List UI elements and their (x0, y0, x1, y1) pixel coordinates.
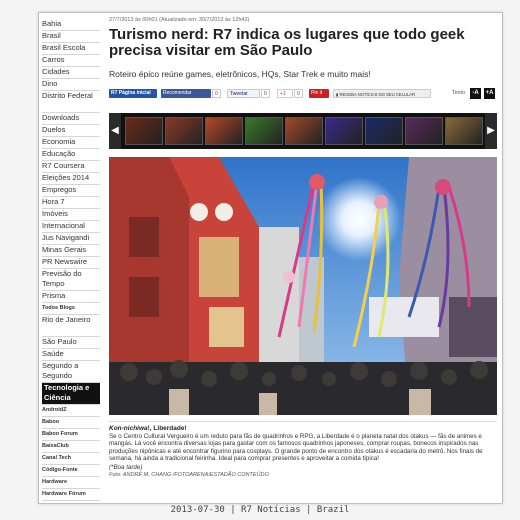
gallery-prev-button[interactable]: ◀ (109, 113, 121, 149)
caption-heading: Kon-nichiwa!, Liberdade! (109, 425, 497, 432)
sidebar-item[interactable]: Carros (42, 55, 100, 67)
caption-note: (*Boa tarde) (109, 463, 143, 471)
google-plus-count: 0 (294, 89, 303, 98)
sidebar-item[interactable]: Hardware (42, 477, 100, 489)
sidebar-nav: Bahia Brasil Brasil Escola Carros Cidades Din… (39, 13, 102, 503)
sidebar-item[interactable]: Hora 7 (42, 197, 100, 209)
gallery-thumbnail[interactable] (165, 117, 203, 145)
gallery-thumbnail[interactable] (285, 117, 323, 145)
sidebar-item[interactable]: Jus Navigandi (42, 233, 100, 245)
sidebar-item[interactable]: Brasil Escola (42, 43, 100, 55)
page-frame: Bahia Brasil Brasil Escola Carros Cidades Din… (38, 12, 503, 504)
sidebar-item[interactable]: Hardware Fórum (42, 489, 100, 501)
sidebar-item[interactable]: Baboo Forum (42, 429, 100, 441)
sidebar-item[interactable]: Código-Fonte (42, 465, 100, 477)
gallery-thumbnail[interactable] (245, 117, 283, 145)
sidebar-item[interactable]: R7 Coursera (42, 161, 100, 173)
sidebar-item[interactable]: Canal Tech (42, 453, 100, 465)
sidebar-item[interactable]: Empregos (42, 185, 100, 197)
article-main: 27/7/2013 às 00h01 (Atualizado em: 30/7/… (109, 13, 497, 503)
sidebar-item[interactable]: Downloads (42, 113, 100, 125)
sidebar-item[interactable]: Brasil (42, 31, 100, 43)
article-title: Turismo nerd: R7 indica os lugares que t… (109, 26, 465, 59)
article-timestamp: 27/7/2013 às 00h01 (Atualizado em: 30/7/… (109, 17, 250, 23)
sidebar-item[interactable]: Saúde (42, 349, 100, 361)
mobile-news-button[interactable]: ▮ RECEBA NOTÍCIAS NO SEU CELULAR (333, 89, 431, 98)
gallery-thumbnail[interactable] (125, 117, 163, 145)
sidebar-item[interactable]: Educação (42, 149, 100, 161)
text-size-label: Texto (452, 90, 466, 96)
caption-heading-italic: Kon-nichiwa (109, 425, 148, 432)
sidebar-item[interactable]: Segundo a Segundo (42, 361, 100, 383)
sidebar-item[interactable]: Distrito Federal (42, 91, 100, 113)
decrease-text-button[interactable]: -A (470, 88, 481, 99)
sidebar-item[interactable]: São Paulo (42, 337, 100, 349)
gallery-thumbnail[interactable] (365, 117, 403, 145)
sidebar-item[interactable]: Rio de Janeiro (42, 315, 100, 337)
sidebar-item[interactable]: iMasters (42, 501, 100, 503)
sidebar-item[interactable]: Economia (42, 137, 100, 149)
sidebar-item[interactable]: Previsão do Tempo (42, 269, 100, 291)
main-photo (109, 157, 497, 415)
gallery-thumbnail[interactable] (205, 117, 243, 145)
sidebar-item[interactable]: Duelos (42, 125, 100, 137)
gallery-thumbnail[interactable] (445, 117, 483, 145)
gallery-strip: ◀ ▶ (109, 113, 497, 149)
sidebar-item[interactable]: Dino (42, 79, 100, 91)
facebook-count: 0 (212, 89, 221, 98)
increase-text-button[interactable]: +A (484, 88, 495, 99)
photo-caption: Kon-nichiwa!, Liberdade! Se o Centro Cul… (109, 421, 497, 500)
tweet-button[interactable]: Tweetar (227, 89, 260, 98)
caption-heading-rest: !, Liberdade! (147, 425, 187, 432)
sidebar-item[interactable]: Imóveis (42, 209, 100, 221)
sidebar-item[interactable]: Prisma (42, 291, 100, 303)
sidebar-item[interactable]: Eleições 2014 (42, 173, 100, 185)
caption-text: Se o Centro Cultural Vergueiro é um redu… (109, 433, 483, 463)
sidebar-item[interactable]: BaixaClub (42, 441, 100, 453)
sidebar-item[interactable]: AndroidZ (42, 405, 100, 417)
article-subtitle: Roteiro épico reúne games, eletrônicos, … (109, 69, 371, 79)
gallery-thumbnail[interactable] (405, 117, 443, 145)
liberdade-street-photo (109, 157, 497, 415)
mobile-news-label: RECEBA NOTÍCIAS NO SEU CELULAR (339, 92, 416, 97)
sidebar-item[interactable]: PR Newswire (42, 257, 100, 269)
r7-homepage-button[interactable]: R7 Página inicial (109, 89, 157, 98)
facebook-recommend-button[interactable]: Recomendar (161, 89, 211, 98)
sidebar-item[interactable]: Minas Gerais (42, 245, 100, 257)
sidebar-item[interactable]: Bahia (42, 19, 100, 31)
pinterest-button[interactable]: Pin it (309, 89, 329, 98)
tweet-count: 0 (261, 89, 270, 98)
google-plus-button[interactable]: +1 (277, 89, 293, 98)
share-bar: R7 Página inicial Recomendar 0 Tweetar 0… (109, 88, 497, 99)
sidebar-item[interactable]: Baboo (42, 417, 100, 429)
sidebar-item[interactable]: Todos Blogs (42, 303, 100, 315)
gallery-next-button[interactable]: ▶ (485, 113, 497, 149)
sidebar-item[interactable]: Tecnologia e Ciência (42, 383, 100, 405)
photo-credit: Foto: ANDRÉ M. CHANG /FOTOARENA/ESTADÃO … (109, 472, 269, 479)
sidebar-item[interactable]: Cidades (42, 67, 100, 79)
archive-footer: 2013-07-30 | R7 Notícias | Brazil (170, 505, 350, 515)
sidebar-item[interactable]: Internacional (42, 221, 100, 233)
gallery-thumbnail[interactable] (325, 117, 363, 145)
